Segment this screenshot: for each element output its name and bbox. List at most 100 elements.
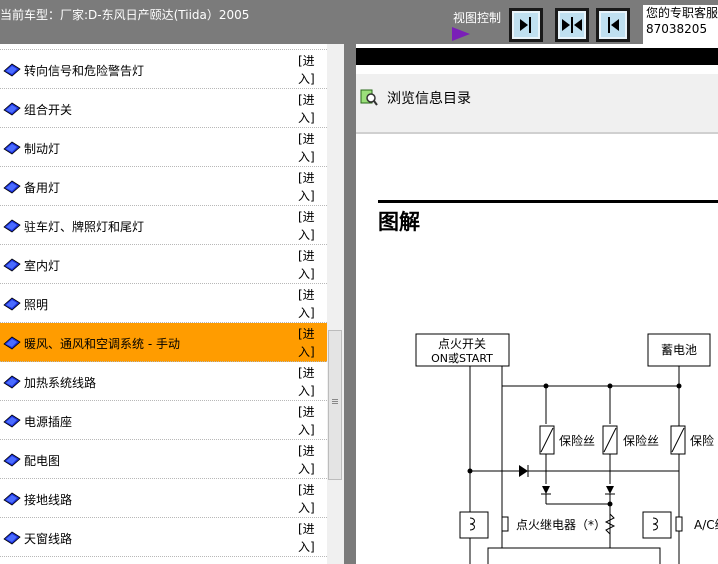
- enter-link[interactable]: [进入]: [298, 247, 324, 283]
- enter-link-text: [进: [298, 522, 315, 536]
- document-icon: [3, 102, 21, 116]
- enter-link-text: 入]: [298, 423, 315, 437]
- list-item[interactable]: 室内灯 [进入]: [0, 245, 327, 284]
- list-item-label: 室内灯: [24, 259, 61, 273]
- enter-link[interactable]: [进入]: [298, 286, 324, 322]
- arrow-left-bar-icon: [608, 17, 619, 33]
- enter-link-text: 入]: [298, 462, 315, 476]
- list-item-label: 天窗线路: [24, 532, 73, 546]
- enter-link-text: [进: [298, 132, 315, 146]
- contact-line-1: 您的专职客服: [646, 6, 718, 20]
- panel-divider[interactable]: [344, 44, 356, 564]
- document-icon: [3, 492, 21, 506]
- view-split-button[interactable]: [555, 8, 589, 42]
- document-icon: [3, 63, 21, 77]
- enter-link[interactable]: [进入]: [298, 91, 324, 127]
- view-left-panel-button[interactable]: [509, 8, 543, 42]
- content-header-bar: [356, 48, 718, 65]
- list-item[interactable]: 配电图 [进 入]: [0, 440, 327, 479]
- enter-link-text: [进: [298, 483, 315, 497]
- enter-link-text: 入]: [298, 72, 315, 86]
- enter-link-text: [进: [298, 366, 315, 380]
- enter-link[interactable]: [进 入]: [298, 364, 324, 400]
- vehicle-model-text: 当前车型：厂家:D-东风日产颐达(Tiida）2005: [0, 8, 250, 22]
- list-item[interactable]: 转向信号和危险警告灯 [进 入]: [0, 50, 327, 89]
- fuse-label: 保险丝: [623, 433, 659, 448]
- top-bar: 当前车型：厂家:D-东风日产颐达(Tiida）2005 视图控制 您的专职客服 …: [0, 0, 718, 44]
- list-item[interactable]: 加热系统线路 [进 入]: [0, 362, 327, 401]
- enter-link[interactable]: [进 入]: [298, 169, 324, 205]
- enter-link-text: [进: [298, 288, 315, 302]
- fuse-label-partial: 保险: [690, 433, 714, 448]
- list-item-label: 组合开关: [24, 103, 73, 117]
- document-icon: [3, 336, 21, 350]
- enter-link-text: 入]: [298, 228, 315, 242]
- ignition-switch-label-2: ON或START: [431, 352, 493, 365]
- scrollbar-thumb[interactable]: [328, 330, 342, 480]
- list-item[interactable]: 组合开关 [进入]: [0, 89, 327, 128]
- list-item-label: 照明: [24, 298, 49, 312]
- document-icon: [3, 453, 21, 467]
- list-item-selected[interactable]: 暖风、通风和空调系统 - 手动 [进 入]: [0, 323, 327, 362]
- fuse-label: 保险丝: [559, 433, 595, 448]
- enter-link-text: 入]: [298, 267, 315, 281]
- list-item[interactable]: 制动灯 [进 入]: [0, 128, 327, 167]
- list-item[interactable]: 照明 [进入]: [0, 284, 327, 323]
- enter-link-text: 入]: [298, 111, 315, 125]
- document-icon: [3, 375, 21, 389]
- content-panel: 浏览信息目录 图解 点火开关 ON或START 蓄电池 保险丝 保险丝 保险 点…: [356, 44, 718, 564]
- enter-link[interactable]: [进 入]: [298, 403, 324, 439]
- list-item[interactable]: 天窗线路 [进入]: [0, 518, 327, 557]
- enter-link-text: [进: [298, 210, 315, 224]
- contact-line-2: 87038205: [646, 22, 708, 36]
- ignition-relay-label: 点火继电器（*）: [516, 518, 606, 532]
- enter-link[interactable]: [进入]: [298, 208, 324, 244]
- enter-link-text: 入]: [298, 306, 315, 320]
- nav-list: 入] 转向信号和危险警告灯[进入]组合开关[进入]制动灯[进入]备用灯[进入]驻…: [0, 44, 327, 564]
- enter-link[interactable]: [进 入]: [298, 130, 324, 166]
- toolbar-divider: [356, 132, 718, 134]
- browse-catalog-link[interactable]: 浏览信息目录: [387, 88, 471, 108]
- list-item[interactable]: 备用灯 [进 入]: [0, 167, 327, 206]
- document-icon: [3, 297, 21, 311]
- list-item[interactable]: 驻车灯、牌照灯和尾灯 [进 入]: [0, 206, 327, 245]
- enter-link-text: [进: [298, 54, 315, 68]
- list-item-label: 电源插座: [24, 415, 73, 429]
- enter-link[interactable]: [进入]: [298, 481, 324, 517]
- enter-link-text: [进: [298, 93, 315, 107]
- list-item-label: 备用灯: [24, 181, 61, 195]
- list-item[interactable]: 电源插座 [进 入]: [0, 401, 327, 440]
- document-icon: [3, 531, 21, 545]
- enter-link-text: [进: [298, 249, 315, 263]
- document-icon: [3, 180, 21, 194]
- document-title: 图解: [378, 210, 420, 234]
- play-icon[interactable]: [452, 27, 470, 41]
- view-control-label: 视图控制: [453, 11, 502, 25]
- list-item[interactable]: 接地线路 [进入]: [0, 479, 327, 518]
- enter-link[interactable]: [进入]: [298, 520, 324, 556]
- enter-link-text: 入]: [298, 540, 315, 554]
- wiring-diagram: 点火开关 ON或START 蓄电池 保险丝 保险丝 保险 点火继电器（*） A/…: [415, 333, 718, 564]
- document-rule: [378, 200, 718, 203]
- ignition-switch-label-1: 点火开关: [438, 337, 486, 351]
- list-item-label: 制动灯: [24, 142, 61, 156]
- diode-symbol: [519, 465, 528, 477]
- list-item-label: 加热系统线路: [24, 376, 97, 390]
- document-icon: [3, 414, 21, 428]
- list-item-label: 暖风、通风和空调系统 - 手动: [24, 337, 180, 351]
- enter-link[interactable]: [进 入]: [298, 325, 324, 361]
- enter-link[interactable]: [进入]: [298, 52, 324, 88]
- arrow-right-bar-icon: [520, 17, 531, 33]
- list-item-label: 接地线路: [24, 493, 73, 507]
- enter-link-text: 入]: [298, 345, 315, 359]
- ac-relay-label-partial: A/C继: [694, 518, 718, 532]
- browse-catalog-icon[interactable]: [360, 88, 378, 106]
- customer-service-box: 您的专职客服 87038205: [643, 5, 718, 44]
- enter-link[interactable]: [进入]: [298, 442, 324, 478]
- enter-link-text: [进: [298, 444, 315, 458]
- left-scrollbar[interactable]: [327, 44, 344, 564]
- battery-label: 蓄电池: [661, 343, 697, 357]
- enter-link-text: 入]: [298, 501, 315, 515]
- view-right-panel-button[interactable]: [596, 8, 630, 42]
- document-icon: [3, 141, 21, 155]
